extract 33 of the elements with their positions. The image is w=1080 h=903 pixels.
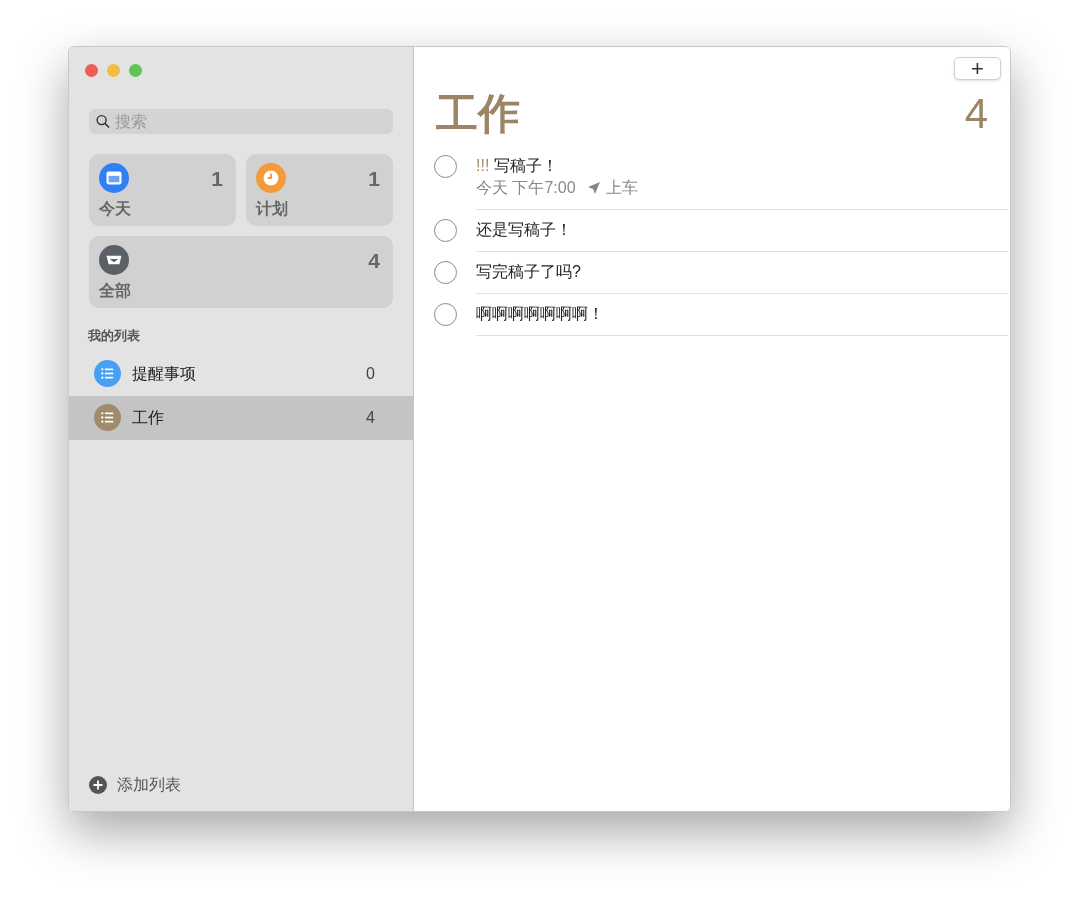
smart-list-tile[interactable]: 1 计划 <box>246 154 393 226</box>
add-icon[interactable] <box>89 776 107 794</box>
reminder-title: 写稿子！ <box>494 156 559 176</box>
list-count: 4 <box>366 407 376 428</box>
list-count: 0 <box>366 363 376 384</box>
zoom-button[interactable] <box>129 64 142 77</box>
reminder-location: 上车 <box>605 178 638 198</box>
minimize-button[interactable] <box>107 64 120 77</box>
smart-list-tile[interactable]: 1 今天 <box>89 154 236 226</box>
tile-label: 计划 <box>256 198 289 219</box>
section-heading: 我的列表 <box>88 327 141 345</box>
tile-label: 今天 <box>99 198 132 219</box>
reminder-title: 啊啊啊啊啊啊啊！ <box>476 304 604 324</box>
count-label: 4 <box>368 248 381 274</box>
list-name: 工作 <box>132 407 165 428</box>
list-row[interactable]: 提醒事项 0 <box>69 351 413 396</box>
reminder-title: 还是写稿子！ <box>476 220 572 240</box>
smart-list-tile[interactable]: 4 全部 <box>89 236 393 308</box>
add-list-button[interactable]: 添加列表 <box>117 773 181 797</box>
list-title: 工作 <box>436 89 520 139</box>
count-label: 1 <box>211 166 224 192</box>
priority-mark: !!! <box>476 156 490 176</box>
location-arrow-icon <box>587 181 600 194</box>
list-count: 4 <box>964 89 988 139</box>
list-row[interactable]: 工作 4 <box>69 395 413 440</box>
search-icon <box>96 114 110 129</box>
count-label: 1 <box>368 166 381 192</box>
reminder-title: 写完稿子了吗? <box>476 262 581 282</box>
tile-label: 全部 <box>99 280 132 301</box>
close-button[interactable] <box>85 64 98 77</box>
list-name: 提醒事项 <box>132 363 197 384</box>
reminder-due-date: 今天 下午7:00 <box>476 178 576 198</box>
add-reminder-button[interactable]: + <box>954 57 1001 80</box>
